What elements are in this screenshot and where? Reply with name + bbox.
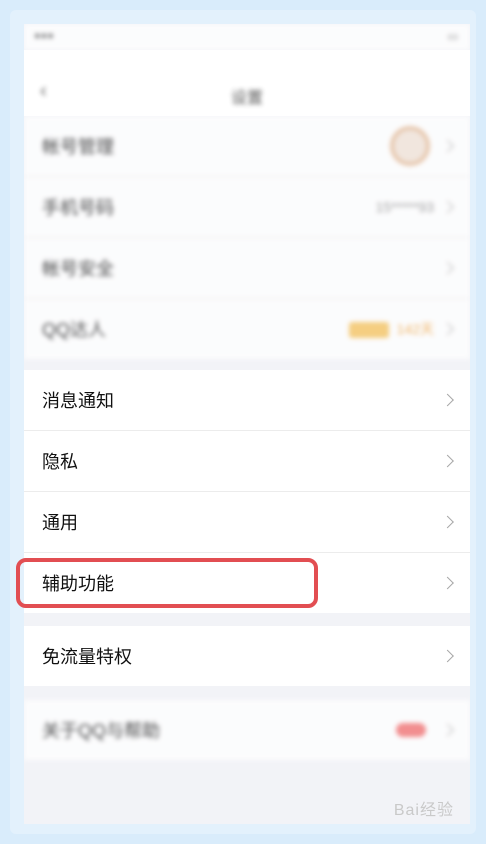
row-account-security[interactable]: 帐号安全 bbox=[24, 238, 470, 299]
chevron-right-icon bbox=[441, 454, 454, 468]
row-label: 帐号管理 bbox=[42, 137, 114, 157]
chevron-right-icon bbox=[441, 393, 454, 407]
chevron-right-icon bbox=[441, 723, 454, 737]
status-bar: ●●● ▭ bbox=[24, 24, 470, 50]
row-data-free-privilege[interactable]: 免流量特权 bbox=[24, 626, 470, 686]
watermark: Bai经验 bbox=[393, 802, 454, 819]
row-label: 手机号码 bbox=[42, 198, 114, 218]
expert-days: 142天 bbox=[396, 321, 434, 337]
avatar bbox=[390, 126, 430, 166]
row-label: QQ达人 bbox=[42, 320, 107, 340]
row-label: 免流量特权 bbox=[42, 647, 132, 667]
battery-icon: ▭ bbox=[447, 31, 458, 43]
row-general[interactable]: 通用 bbox=[24, 492, 470, 553]
new-badge bbox=[396, 723, 426, 737]
expert-badge-icon bbox=[348, 322, 389, 339]
phone-screen: ●●● ▭ ‹ 设置 帐号管理 手机号码 15*****93 帐号安全 QQ达人… bbox=[24, 24, 470, 824]
row-qq-expert[interactable]: QQ达人 142天 bbox=[24, 299, 470, 359]
qq-expert-value: 142天 bbox=[348, 319, 434, 339]
row-label: 关于QQ与帮助 bbox=[42, 721, 161, 741]
signal-icon: ●●● bbox=[34, 30, 54, 42]
data-saver-group: 免流量特权 bbox=[24, 626, 470, 686]
row-label: 帐号安全 bbox=[42, 259, 114, 279]
row-account-manage[interactable]: 帐号管理 bbox=[24, 116, 470, 177]
row-phone-number[interactable]: 手机号码 15*****93 bbox=[24, 177, 470, 238]
about-group: 关于QQ与帮助 bbox=[24, 700, 470, 760]
highlight-box bbox=[16, 558, 318, 608]
row-about-help[interactable]: 关于QQ与帮助 bbox=[24, 700, 470, 760]
page-title: 设置 bbox=[230, 90, 263, 107]
row-label: 隐私 bbox=[42, 452, 78, 472]
chevron-right-icon bbox=[441, 515, 454, 529]
row-notifications[interactable]: 消息通知 bbox=[24, 370, 470, 431]
row-label: 消息通知 bbox=[42, 391, 114, 411]
chevron-right-icon bbox=[441, 576, 454, 590]
nav-bar: ‹ 设置 bbox=[24, 50, 470, 116]
account-group: 帐号管理 手机号码 15*****93 帐号安全 QQ达人 142天 bbox=[24, 116, 470, 359]
chevron-right-icon bbox=[441, 649, 454, 663]
row-privacy[interactable]: 隐私 bbox=[24, 431, 470, 492]
chevron-right-icon bbox=[441, 200, 454, 214]
chevron-right-icon bbox=[441, 322, 454, 336]
chevron-right-icon bbox=[441, 139, 454, 153]
chevron-right-icon bbox=[441, 261, 454, 275]
row-label: 通用 bbox=[42, 513, 78, 533]
phone-value: 15*****93 bbox=[375, 199, 434, 215]
